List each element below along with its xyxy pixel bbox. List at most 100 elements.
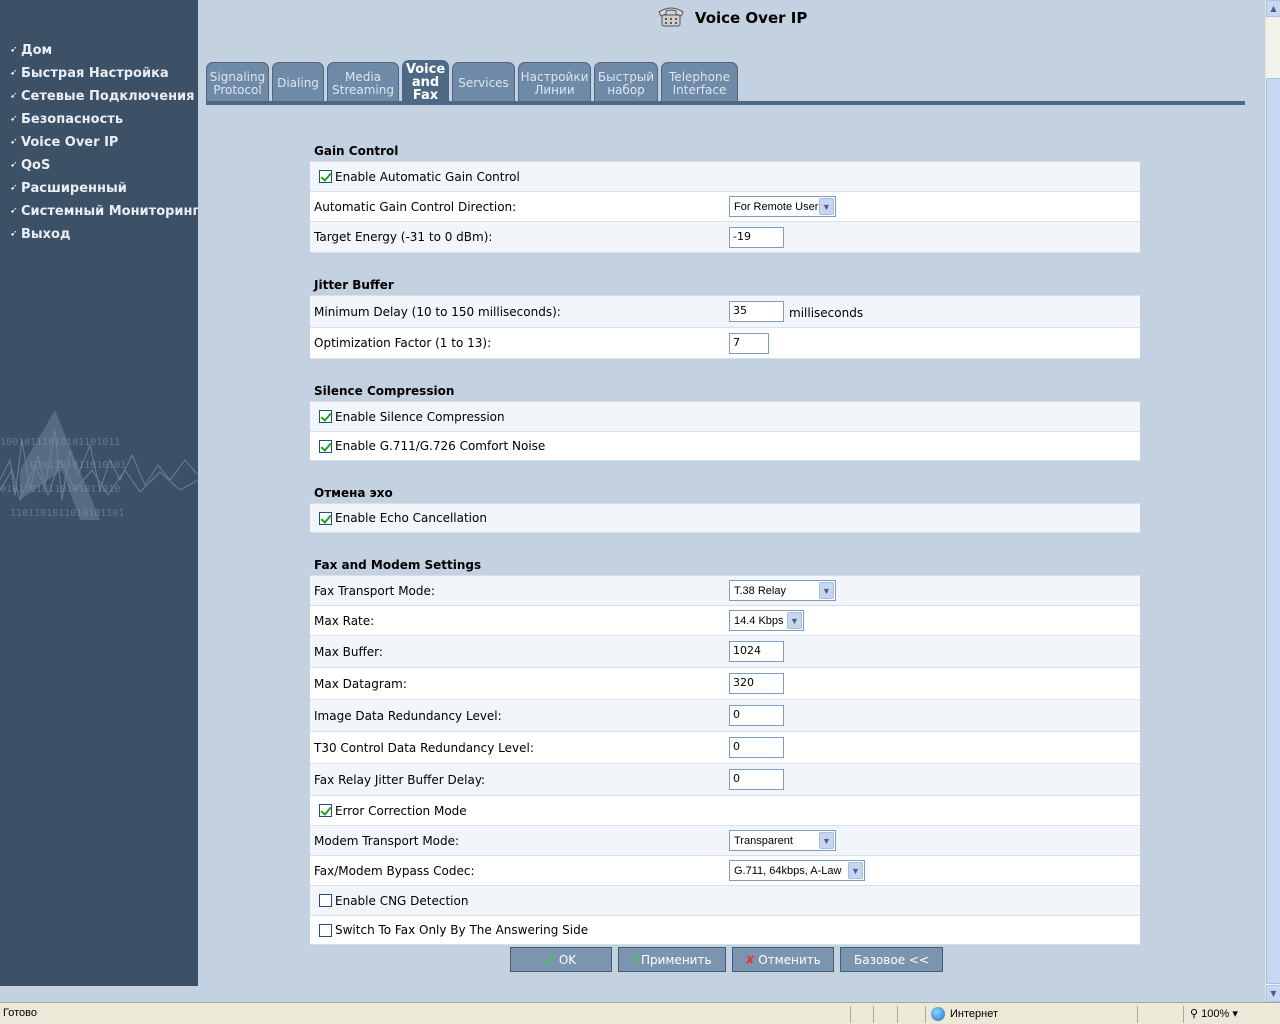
silence-compression-checkbox[interactable]: [319, 410, 332, 423]
status-divider: [1183, 1006, 1184, 1023]
max-rate-row: Max Rate: 14.4 Kbps ▼: [310, 605, 1140, 635]
sidebar-item-quick-setup[interactable]: ➹ Быстрая Настройка: [10, 65, 198, 88]
basic-button[interactable]: Базовое <<: [840, 947, 943, 972]
tab-dialing[interactable]: Dialing: [272, 62, 324, 104]
cng-detection-label: Enable CNG Detection: [335, 893, 469, 908]
fax-jitter-label: Fax Relay Jitter Buffer Delay:: [314, 772, 486, 787]
agc-direction-select[interactable]: For Remote User ▼: [729, 196, 836, 217]
image-redundancy-input[interactable]: 0: [729, 705, 784, 726]
sidebar-item-logout[interactable]: ➹ Выход: [10, 226, 198, 249]
tab-signaling-protocol[interactable]: Signaling Protocol: [206, 62, 269, 104]
fax-jitter-row: Fax Relay Jitter Buffer Delay: 0: [310, 763, 1140, 795]
sidebar-item-label: Дом: [21, 43, 53, 58]
svg-text:10010111010101101011: 10010111010101101011: [0, 437, 120, 448]
action-buttons: ✔ OK ! Применить ✘ Отменить Базовое <<: [510, 947, 949, 972]
ecm-checkbox[interactable]: [319, 804, 332, 817]
fax-transport-label: Fax Transport Mode:: [314, 583, 435, 598]
image-redundancy-row: Image Data Redundancy Level: 0: [310, 699, 1140, 731]
bypass-codec-row: Fax/Modem Bypass Codec: G.711, 64kbps, A…: [310, 855, 1140, 885]
arrow-bullet-icon: ➹: [10, 160, 18, 170]
optimization-factor-label: Optimization Factor (1 to 13):: [314, 336, 492, 350]
arrow-bullet-icon: ➹: [10, 206, 18, 216]
tab-line-settings[interactable]: Настройки Линии: [518, 62, 591, 104]
sidebar-item-network-connections[interactable]: ➹ Сетевые Подключения: [10, 88, 198, 111]
sidebar-item-qos[interactable]: ➹ QoS: [10, 157, 198, 180]
checkmark-icon: ✔: [545, 952, 556, 967]
tab-divider: [206, 101, 1245, 105]
max-buffer-row: Max Buffer: 1024: [310, 635, 1140, 667]
fax-transport-select[interactable]: T.38 Relay ▼: [729, 580, 836, 601]
scroll-up-icon[interactable]: ▲: [1266, 0, 1280, 17]
zoom-control[interactable]: ⚲ 100% ▾: [1190, 1007, 1238, 1020]
agc-direction-row: Automatic Gain Control Direction: For Re…: [310, 191, 1140, 221]
bypass-codec-label: Fax/Modem Bypass Codec:: [314, 863, 475, 878]
tab-speed-dial[interactable]: Быстрый набор: [594, 62, 658, 104]
echo-cancellation-checkbox[interactable]: [319, 511, 332, 525]
max-buffer-label: Max Buffer:: [314, 644, 383, 659]
svg-text:0101101011010101: 0101101011010101: [30, 460, 126, 471]
t30-redundancy-input[interactable]: 0: [729, 737, 784, 758]
chevron-down-icon: ▼: [787, 612, 802, 629]
ecm-row: Error Correction Mode: [310, 795, 1140, 825]
section-title-gain-control: Gain Control: [314, 144, 399, 158]
sidebar-item-system-monitoring[interactable]: ➹ Системный Мониторинг: [10, 203, 200, 226]
scrollbar-thumb[interactable]: [1266, 78, 1280, 984]
modem-transport-select[interactable]: Transparent ▼: [729, 830, 836, 851]
tab-voice-and-fax[interactable]: Voice and Fax: [402, 60, 449, 104]
ok-button[interactable]: ✔ OK: [510, 947, 612, 972]
close-icon: ✘: [745, 952, 756, 967]
sidebar-item-advanced[interactable]: ➹ Расширенный: [10, 180, 198, 203]
status-divider: [897, 1006, 898, 1023]
tab-media-streaming[interactable]: Media Streaming: [327, 62, 399, 104]
max-datagram-label: Max Datagram:: [314, 676, 407, 691]
chevron-down-icon: ▼: [848, 862, 863, 879]
status-text: Готово: [3, 1007, 37, 1019]
bypass-codec-select[interactable]: G.711, 64kbps, A-Law ▼: [729, 860, 865, 881]
arrow-bullet-icon: ➹: [10, 91, 18, 101]
basic-button-label: Базовое <<: [853, 952, 930, 967]
switch-to-fax-label: Switch To Fax Only By The Answering Side: [335, 923, 589, 937]
arrow-bullet-icon: ➹: [10, 45, 18, 55]
switch-to-fax-checkbox[interactable]: [319, 923, 332, 937]
tab-telephone-interface[interactable]: Telephone Interface: [661, 62, 738, 104]
target-energy-input[interactable]: -19: [729, 226, 784, 248]
optimization-factor-input[interactable]: 7: [729, 332, 769, 354]
fax-modem-section: Fax Transport Mode: T.38 Relay ▼ Max Rate…: [310, 575, 1140, 945]
sidebar-item-security[interactable]: ➹ Безопасность: [10, 111, 198, 134]
max-datagram-input[interactable]: 320: [729, 673, 784, 694]
comfort-noise-label: Enable G.711/G.726 Comfort Noise: [335, 439, 546, 453]
t30-redundancy-row: T30 Control Data Redundancy Level: 0: [310, 731, 1140, 763]
main-panel: Voice Over IP Signaling Protocol Dialing…: [198, 0, 1265, 1000]
max-buffer-input[interactable]: 1024: [729, 641, 784, 662]
jitter-buffer-section: Minimum Delay (10 to 150 milliseconds): …: [310, 295, 1140, 359]
arrow-bullet-icon: ➹: [10, 137, 18, 147]
sidebar-item-label: QoS: [21, 158, 51, 173]
arrow-bullet-icon: ➹: [10, 229, 18, 239]
fax-jitter-input[interactable]: 0: [729, 769, 784, 790]
optimization-factor-row: Optimization Factor (1 to 13): 7: [310, 327, 1140, 359]
sidebar-item-home[interactable]: ➹ Дом: [10, 42, 198, 65]
section-title-silence-compression: Silence Compression: [314, 384, 455, 398]
max-rate-select[interactable]: 14.4 Kbps ▼: [729, 610, 804, 631]
sidebar-item-voice-over-ip[interactable]: ➹ Voice Over IP: [10, 134, 198, 157]
comfort-noise-checkbox[interactable]: [319, 439, 332, 453]
vertical-scrollbar[interactable]: ▲ ▼: [1265, 0, 1280, 1002]
tab-services[interactable]: Services: [452, 62, 515, 104]
agc-checkbox[interactable]: [319, 170, 332, 183]
min-delay-label: Minimum Delay (10 to 150 milliseconds):: [314, 304, 561, 319]
modem-transport-value: Transparent: [734, 834, 793, 847]
scroll-down-icon[interactable]: ▼: [1266, 985, 1280, 1002]
apply-button[interactable]: ! Применить: [618, 947, 726, 972]
cancel-button-label: Отменить: [758, 952, 821, 967]
sidebar-item-label: Системный Мониторинг: [21, 204, 200, 219]
status-divider: [873, 1006, 874, 1023]
max-rate-value: 14.4 Kbps: [734, 614, 784, 627]
min-delay-unit: milliseconds: [789, 306, 864, 320]
image-redundancy-label: Image Data Redundancy Level:: [314, 708, 502, 723]
target-energy-label: Target Energy (-31 to 0 dBm):: [314, 230, 493, 244]
cancel-button[interactable]: ✘ Отменить: [732, 947, 834, 972]
agc-label: Enable Automatic Gain Control: [335, 169, 520, 184]
cng-detection-checkbox[interactable]: [319, 894, 332, 907]
min-delay-input[interactable]: 35: [729, 301, 784, 322]
echo-cancellation-row: Enable Echo Cancellation: [310, 503, 1140, 533]
